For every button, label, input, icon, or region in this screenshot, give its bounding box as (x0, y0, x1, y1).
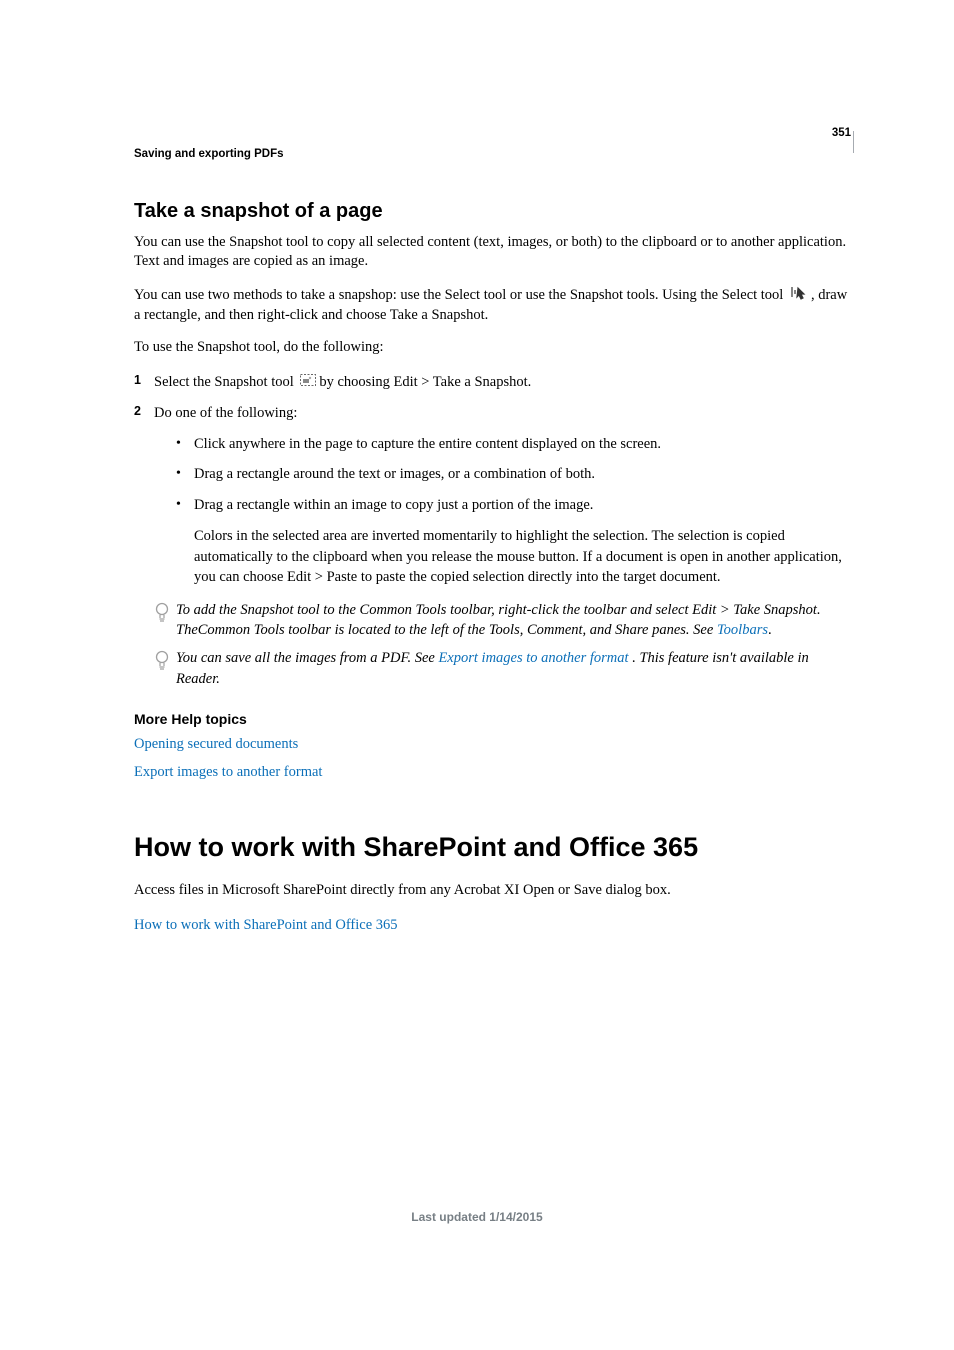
select-tool-icon (789, 285, 809, 306)
lightbulb-icon (154, 602, 172, 629)
step-number: 2 (134, 402, 141, 421)
paragraph-colors-note: Colors in the selected area are inverted… (194, 526, 854, 588)
step-2: 2 Do one of the following: Click anywher… (134, 402, 854, 588)
step-1: 1 Select the Snapshot tool by choosing E… (134, 371, 854, 394)
tip-row-1: To add the Snapshot tool to the Common T… (154, 600, 854, 641)
section-heading-snapshot: Take a snapshot of a page (134, 200, 854, 223)
paragraph-instruction: To use the Snapshot tool, do the followi… (134, 338, 854, 357)
text-fragment: You can save all the images from a PDF. … (176, 650, 438, 666)
bullet-item: Drag a rectangle within an image to copy… (176, 494, 854, 588)
numbered-steps: 1 Select the Snapshot tool by choosing E… (134, 371, 854, 588)
tip-text: To add the Snapshot tool to the Common T… (176, 600, 854, 641)
paragraph-intro: You can use the Snapshot tool to copy al… (134, 233, 854, 271)
text-fragment: Drag a rectangle within an image to copy… (194, 497, 593, 513)
paragraph-sharepoint-intro: Access files in Microsoft SharePoint dir… (134, 881, 854, 900)
tip-text: You can save all the images from a PDF. … (176, 648, 854, 689)
footer-last-updated: Last updated 1/14/2015 (0, 1210, 954, 1224)
step-number: 1 (134, 371, 141, 390)
header-rule (853, 131, 854, 153)
more-help-heading: More Help topics (134, 711, 854, 727)
link-sharepoint[interactable]: How to work with SharePoint and Office 3… (134, 914, 854, 936)
header-section-title: Saving and exporting PDFs (134, 148, 284, 160)
bullet-list: Click anywhere in the page to capture th… (176, 433, 854, 588)
tip-row-2: You can save all the images from a PDF. … (154, 648, 854, 689)
bullet-item: Click anywhere in the page to capture th… (176, 433, 854, 455)
text-fragment: Do one of the following: (154, 405, 297, 421)
text-fragment: You can use two methods to take a snapsh… (134, 286, 787, 302)
lightbulb-icon (154, 650, 172, 677)
link-export-images-inline[interactable]: Export images to another format (438, 650, 632, 666)
bullet-item: Drag a rectangle around the text or imag… (176, 463, 854, 485)
link-toolbars[interactable]: Toolbars (717, 622, 768, 638)
paragraph-methods: You can use two methods to take a snapsh… (134, 285, 854, 325)
text-fragment: . (768, 622, 772, 638)
page-number: 351 (832, 127, 851, 139)
chapter-heading-sharepoint: How to work with SharePoint and Office 3… (134, 832, 854, 863)
text-fragment: by choosing Edit > Take a Snapshot. (319, 374, 531, 390)
link-opening-secured[interactable]: Opening secured documents (134, 733, 854, 755)
snapshot-tool-icon (299, 372, 317, 394)
link-export-images[interactable]: Export images to another format (134, 761, 854, 783)
text-fragment: Select the Snapshot tool (154, 374, 297, 390)
